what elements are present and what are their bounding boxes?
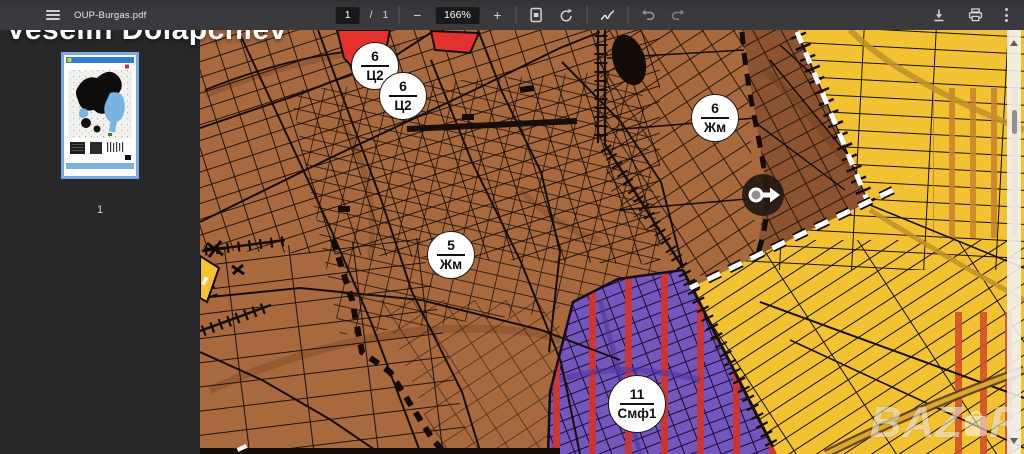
- pdf-page-canvas[interactable]: 6Ц26Ц26Жм5Жм11Смф1 BAZ R: [200, 30, 1024, 454]
- toolbar-divider: [586, 6, 587, 24]
- bazar-watermark: BAZ R: [870, 398, 1022, 448]
- menu-icon[interactable]: [46, 10, 60, 20]
- scroll-up-arrow[interactable]: [1010, 40, 1018, 46]
- central-red-area: [431, 31, 479, 53]
- page-separator: /: [370, 9, 373, 21]
- page-thumbnail[interactable]: 1: [61, 52, 139, 179]
- toolbar-divider: [398, 6, 399, 24]
- zoom-level-display: 166%: [435, 7, 479, 24]
- toolbar-divider: [515, 6, 516, 24]
- thumbnail-page-label: 1: [61, 204, 139, 216]
- more-options-icon[interactable]: [1001, 8, 1012, 22]
- page-total: 1: [383, 9, 389, 21]
- redo-icon[interactable]: [668, 4, 688, 26]
- bag-icon: [961, 405, 991, 439]
- zoom-in-button[interactable]: +: [489, 8, 505, 22]
- toolbar-divider: [627, 6, 628, 24]
- zoning-map: [200, 30, 1024, 454]
- pdf-viewer-window: OUP-Burgas.pdf 1 / 1 − 166% +: [0, 0, 1024, 454]
- thumbnail-minimap: [66, 57, 134, 169]
- print-icon[interactable]: [965, 4, 985, 26]
- scrollbar[interactable]: [1007, 30, 1021, 454]
- pdf-toolbar: OUP-Burgas.pdf 1 / 1 − 166% +: [0, 0, 1024, 30]
- map-symbol-badge: [742, 174, 784, 216]
- page-number-input[interactable]: 1: [336, 7, 360, 24]
- rotate-icon[interactable]: [556, 4, 576, 26]
- scrollbar-thumb[interactable]: [1012, 110, 1017, 134]
- fit-page-icon[interactable]: [526, 4, 546, 26]
- draw-annotate-icon[interactable]: [597, 4, 617, 26]
- scroll-down-arrow[interactable]: [1010, 438, 1018, 444]
- undo-icon[interactable]: [638, 4, 658, 26]
- zoom-out-button[interactable]: −: [409, 8, 425, 22]
- thumbnail-sidebar: 1: [0, 30, 200, 454]
- document-filename: OUP-Burgas.pdf: [74, 10, 147, 21]
- download-icon[interactable]: [929, 4, 949, 26]
